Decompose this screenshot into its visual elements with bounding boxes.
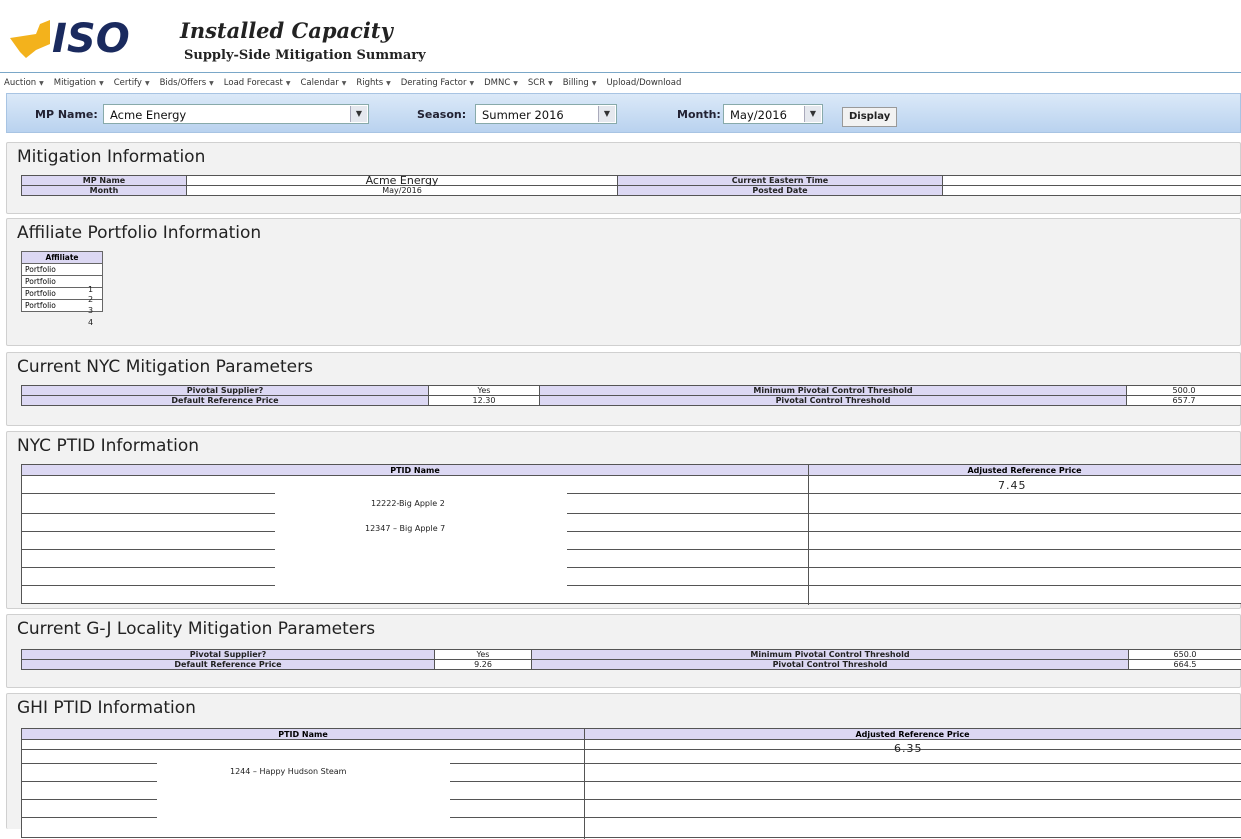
- caret-down-icon: ▼: [342, 80, 347, 87]
- posted-date-header: Posted Date: [618, 186, 943, 196]
- section-title: Current G-J Locality Mitigation Paramete…: [17, 619, 375, 639]
- section-title: Current NYC Mitigation Parameters: [17, 357, 313, 377]
- section-title: Affiliate Portfolio Information: [17, 223, 261, 243]
- nyc-params-section: Current NYC Mitigation Parameters Pivota…: [6, 352, 1241, 426]
- menu-load-forecast[interactable]: Load Forecast▼: [224, 78, 297, 88]
- season-select[interactable]: Summer 2016 ▼: [475, 104, 617, 124]
- app-subtitle: Supply-Side Mitigation Summary: [184, 48, 426, 63]
- logo-text: ISO: [52, 16, 130, 60]
- pct-header: Pivotal Control Threshold: [532, 660, 1129, 670]
- pct-cell: 657.7: [1127, 396, 1241, 406]
- eastern-time-cell: [943, 176, 1241, 186]
- caret-down-icon: ▼: [386, 80, 391, 87]
- gj-params-table: Pivotal Supplier? Yes Minimum Pivotal Co…: [21, 649, 1241, 670]
- min-pct-header: Minimum Pivotal Control Threshold: [540, 386, 1127, 396]
- ptid-name-header: PTID Name: [22, 729, 584, 740]
- pct-header: Pivotal Control Threshold: [540, 396, 1127, 406]
- menu-derating-factor[interactable]: Derating Factor▼: [401, 78, 480, 88]
- nyc-ptid-table: PTID Name Adjusted Reference Price 12222…: [21, 464, 1241, 604]
- menu-rights[interactable]: Rights▼: [356, 78, 396, 88]
- affiliate-num: 3: [88, 306, 93, 315]
- gj-params-section: Current G-J Locality Mitigation Paramete…: [6, 614, 1241, 688]
- menu-calendar[interactable]: Calendar▼: [300, 78, 352, 88]
- min-pct-cell: 500.0: [1127, 386, 1241, 396]
- ptid-name: 12222-Big Apple 2: [371, 499, 445, 508]
- caret-down-icon: ▼: [513, 80, 518, 87]
- chevron-down-icon[interactable]: ▼: [598, 106, 615, 122]
- adj-ref-price: 7.45: [998, 479, 1027, 492]
- mp-name-header: MP Name: [22, 176, 187, 186]
- caret-down-icon: ▼: [99, 80, 104, 87]
- section-title: NYC PTID Information: [17, 436, 199, 456]
- menu-bids-offers[interactable]: Bids/Offers▼: [160, 78, 220, 88]
- affiliate-section: Affiliate Portfolio Information Affiliat…: [6, 218, 1241, 346]
- affiliate-row: Portfolio: [22, 264, 103, 276]
- menu-billing[interactable]: Billing▼: [563, 78, 603, 88]
- app-title: Installed Capacity: [180, 18, 393, 43]
- mp-name-label: MP Name:: [35, 108, 98, 121]
- pivotal-supplier-cell: Yes: [435, 650, 532, 660]
- display-button[interactable]: Display: [842, 107, 897, 127]
- chevron-down-icon[interactable]: ▼: [350, 106, 367, 122]
- affiliate-num: 1: [88, 285, 93, 294]
- drp-cell: 12.30: [429, 396, 540, 406]
- season-label: Season:: [417, 108, 466, 121]
- min-pct-cell: 650.0: [1129, 650, 1241, 660]
- caret-down-icon: ▼: [548, 80, 553, 87]
- month-label: Month:: [677, 108, 721, 121]
- caret-down-icon: ▼: [592, 80, 597, 87]
- season-value: Summer 2016: [482, 108, 564, 122]
- pivotal-supplier-header: Pivotal Supplier?: [22, 650, 435, 660]
- caret-down-icon: ▼: [286, 80, 291, 87]
- filter-bar: MP Name: Acme Energy ▼ Season: Summer 20…: [6, 93, 1241, 133]
- mp-name-select[interactable]: Acme Energy ▼: [103, 104, 369, 124]
- mitigation-info-section: Mitigation Information MP Name Acme Ener…: [6, 142, 1241, 214]
- mitigation-info-table: MP Name Acme Energy Current Eastern Time…: [21, 175, 1241, 196]
- mp-name-cell: Acme Energy: [187, 176, 618, 186]
- ghi-ptid-section: GHI PTID Information PTID Name Adjusted …: [6, 693, 1241, 829]
- nyc-params-table: Pivotal Supplier? Yes Minimum Pivotal Co…: [21, 385, 1241, 406]
- eastern-time-header: Current Eastern Time: [618, 176, 943, 186]
- ptid-name-header: PTID Name: [22, 465, 808, 476]
- month-cell: May/2016: [187, 186, 618, 196]
- month-value: May/2016: [730, 108, 787, 122]
- drp-header: Default Reference Price: [22, 396, 429, 406]
- mp-name-value: Acme Energy: [110, 108, 186, 122]
- ghi-ptid-table: PTID Name Adjusted Reference Price 1244 …: [21, 728, 1241, 838]
- adj-ref-price: 6.35: [894, 742, 923, 755]
- drp-cell: 9.26: [435, 660, 532, 670]
- adj-ref-price-header: Adjusted Reference Price: [584, 729, 1241, 740]
- nyc-ptid-section: NYC PTID Information PTID Name Adjusted …: [6, 431, 1241, 609]
- month-header: Month: [22, 186, 187, 196]
- ptid-name: 12347 – Big Apple 7: [365, 524, 445, 533]
- section-title: GHI PTID Information: [17, 698, 196, 718]
- pct-cell: 664.5: [1129, 660, 1241, 670]
- menu-scr[interactable]: SCR▼: [528, 78, 559, 88]
- menu-dmnc[interactable]: DMNC▼: [484, 78, 524, 88]
- caret-down-icon: ▼: [209, 80, 214, 87]
- drp-header: Default Reference Price: [22, 660, 435, 670]
- menu-auction[interactable]: Auction▼: [4, 78, 50, 88]
- pivotal-supplier-header: Pivotal Supplier?: [22, 386, 429, 396]
- ptid-name: 1244 – Happy Hudson Steam: [230, 767, 346, 776]
- pivotal-supplier-cell: Yes: [429, 386, 540, 396]
- caret-down-icon: ▼: [145, 80, 150, 87]
- min-pct-header: Minimum Pivotal Control Threshold: [532, 650, 1129, 660]
- chevron-down-icon[interactable]: ▼: [804, 106, 821, 122]
- affiliate-num: 2: [88, 295, 93, 304]
- posted-date-cell: [943, 186, 1241, 196]
- affiliate-num: 4: [88, 318, 93, 327]
- menu-certify[interactable]: Certify▼: [114, 78, 156, 88]
- nyiso-logo: ISO: [6, 14, 176, 60]
- affiliate-header: Affiliate: [22, 252, 103, 264]
- main-menu: Auction▼ Mitigation▼ Certify▼ Bids/Offer…: [0, 72, 1241, 93]
- menu-mitigation[interactable]: Mitigation▼: [54, 78, 110, 88]
- month-select[interactable]: May/2016 ▼: [723, 104, 823, 124]
- caret-down-icon: ▼: [39, 80, 44, 87]
- section-title: Mitigation Information: [17, 147, 205, 167]
- menu-upload-download[interactable]: Upload/Download: [606, 78, 687, 88]
- caret-down-icon: ▼: [469, 80, 474, 87]
- adj-ref-price-header: Adjusted Reference Price: [808, 465, 1241, 476]
